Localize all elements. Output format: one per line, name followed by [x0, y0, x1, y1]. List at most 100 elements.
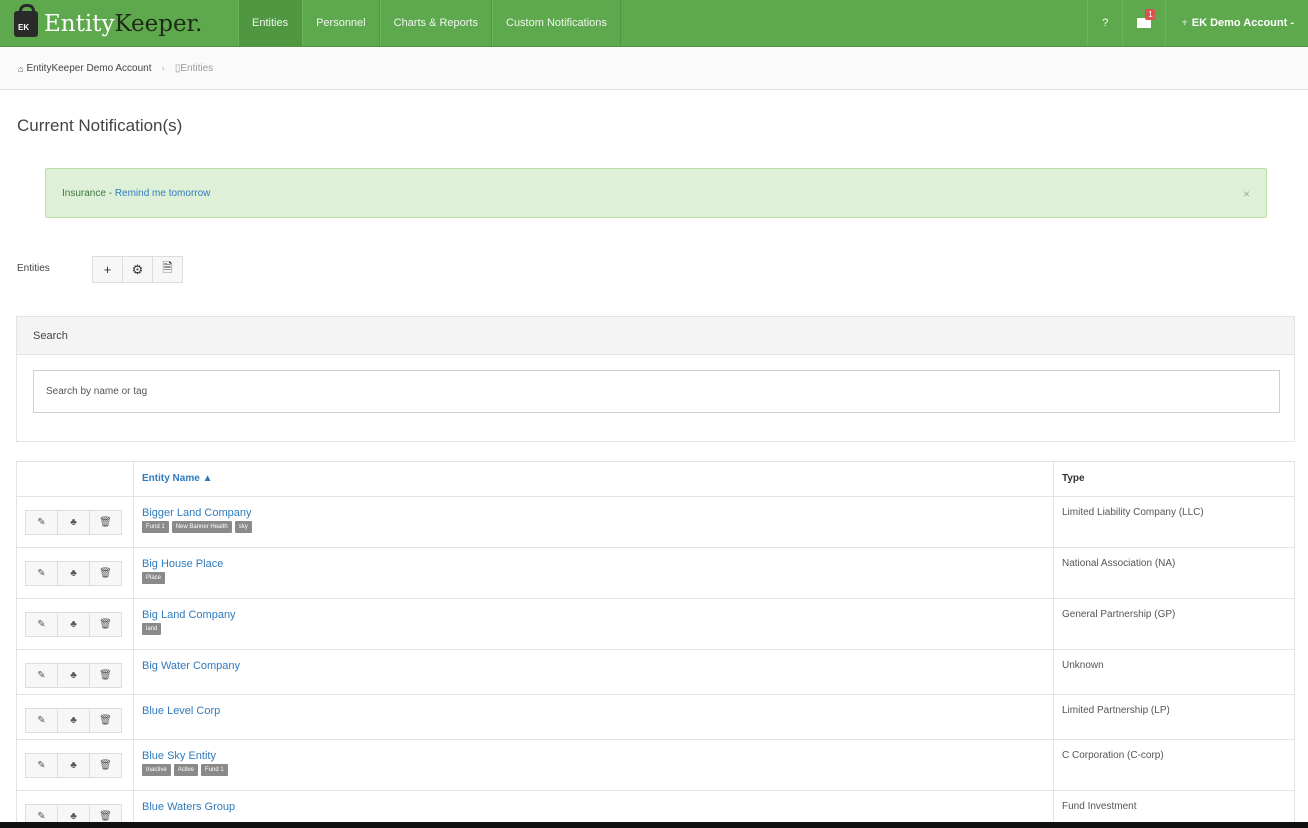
entity-name-link[interactable]: Big Land Company — [142, 609, 1053, 621]
entity-name-link[interactable]: Big Water Company — [142, 660, 1053, 672]
trash-icon: 🗑 — [99, 811, 112, 822]
account-menu[interactable]: ♆ EK Demo Account - — [1165, 0, 1308, 46]
nav-item-charts-reports[interactable]: Charts & Reports — [379, 0, 492, 46]
row-action-group: ✎ ♣ 🗑 — [25, 612, 133, 637]
trash-icon: 🗑 — [99, 760, 112, 771]
brand-logo[interactable]: EK EntityKeeper. — [14, 4, 202, 40]
entity-type-cell: General Partnership (GP) — [1053, 598, 1295, 650]
export-button[interactable]: 🗎 — [152, 256, 183, 283]
search-input[interactable] — [33, 370, 1280, 413]
entity-name-cell: Big Water Company — [133, 649, 1054, 695]
org-chart-icon: ♣ — [70, 811, 77, 822]
entity-name-link[interactable]: Blue Waters Group — [142, 801, 1053, 813]
entity-type-cell: Unknown — [1053, 649, 1295, 695]
org-chart-icon: ♣ — [70, 619, 77, 630]
entity-name-link[interactable]: Blue Level Corp — [142, 705, 1053, 717]
type-header: Type — [1053, 461, 1295, 497]
tag-badge[interactable]: New Banner Health — [171, 521, 232, 533]
notification-count-badge: 1 — [1145, 9, 1156, 21]
notifications-button[interactable]: 1 — [1122, 0, 1165, 46]
row-actions: ✎ ♣ 🗑 — [16, 496, 134, 548]
tag-badge[interactable]: Fund 1 — [201, 764, 228, 776]
row-action-group: ✎ ♣ 🗑 — [25, 561, 133, 586]
envelope-icon: 1 — [1137, 9, 1156, 29]
page-title: Current Notification(s) — [17, 116, 183, 135]
breadcrumb-current: Entities — [180, 63, 214, 74]
org-chart-button[interactable]: ♣ — [57, 612, 90, 637]
actions-header — [16, 461, 134, 497]
delete-button[interactable]: 🗑 — [89, 612, 122, 637]
table-row: ✎ ♣ 🗑 Big Land Company land General Partnersh… — [16, 598, 1295, 650]
notification-alert: Insurance - Remind me tomorrow × — [45, 168, 1267, 218]
edit-button[interactable]: ✎ — [25, 663, 58, 688]
edit-icon: ✎ — [37, 517, 46, 528]
row-actions: ✎ ♣ 🗑 — [16, 739, 134, 791]
bottom-bar — [0, 822, 1308, 828]
table-row: ✎ ♣ 🗑 Bigger Land Company Fund 1 New Banner H… — [16, 496, 1295, 548]
delete-button[interactable]: 🗑 — [89, 561, 122, 586]
search-heading: Search — [17, 317, 1294, 355]
breadcrumb-home[interactable]: EntityKeeper Demo Account — [26, 63, 151, 74]
row-actions: ✎ ♣ 🗑 — [16, 598, 134, 650]
org-chart-button[interactable]: ♣ — [57, 663, 90, 688]
edit-button[interactable]: ✎ — [25, 561, 58, 586]
org-chart-button[interactable]: ♣ — [57, 753, 90, 778]
tag-badge[interactable]: Inactive — [142, 764, 171, 776]
org-chart-icon: ♣ — [70, 715, 77, 726]
nav-item-entities[interactable]: Entities — [238, 0, 303, 46]
trash-icon: 🗑 — [99, 517, 112, 528]
tag-badge[interactable]: Active — [173, 764, 199, 776]
edit-icon: ✎ — [37, 619, 46, 630]
settings-button[interactable]: ⚙ — [122, 256, 153, 283]
close-icon[interactable]: × — [1243, 187, 1250, 201]
org-chart-button[interactable]: ♣ — [57, 561, 90, 586]
delete-button[interactable]: 🗑 — [89, 753, 122, 778]
entity-type-cell: C Corporation (C-corp) — [1053, 739, 1295, 791]
alert-prefix: Insurance - — [62, 188, 115, 199]
row-action-group: ✎ ♣ 🗑 — [25, 708, 133, 733]
edit-button[interactable]: ✎ — [25, 708, 58, 733]
search-panel: Search — [16, 316, 1295, 442]
nav-item-custom-notifications[interactable]: Custom Notifications — [492, 0, 621, 46]
account-label: EK Demo Account - — [1191, 17, 1294, 29]
delete-button[interactable]: 🗑 — [89, 708, 122, 733]
breadcrumb-separator: › — [161, 63, 165, 74]
delete-button[interactable]: 🗑 — [89, 663, 122, 688]
remind-tomorrow-link[interactable]: Remind me tomorrow — [115, 188, 211, 199]
user-icon: ♆ — [1180, 17, 1192, 29]
tag-badge[interactable]: Place — [142, 572, 166, 584]
edit-button[interactable]: ✎ — [25, 612, 58, 637]
nav-item-personnel[interactable]: Personnel — [302, 0, 380, 46]
org-chart-button[interactable]: ♣ — [57, 708, 90, 733]
row-actions: ✎ ♣ 🗑 — [16, 649, 134, 695]
trash-icon: 🗑 — [99, 715, 112, 726]
plus-icon: + — [103, 262, 112, 277]
tag-badge[interactable]: land — [142, 623, 162, 635]
entity-name-cell: Big Land Company land — [133, 598, 1054, 650]
entities-table: Entity Name ▲ Type ✎ ♣ 🗑 Bigger Land Compan… — [16, 461, 1295, 828]
entity-type-cell: National Association (NA) — [1053, 547, 1295, 599]
edit-button[interactable]: ✎ — [25, 753, 58, 778]
org-chart-icon: ♣ — [70, 760, 77, 771]
entity-name-link[interactable]: Blue Sky Entity — [142, 750, 1053, 762]
help-button[interactable]: ? — [1087, 0, 1122, 46]
row-actions: ✎ ♣ 🗑 — [16, 694, 134, 740]
org-chart-button[interactable]: ♣ — [57, 510, 90, 535]
entity-name-link[interactable]: Bigger Land Company — [142, 507, 1053, 519]
tag-badge[interactable]: Fund 1 — [142, 521, 169, 533]
row-action-group: ✎ ♣ 🗑 — [25, 510, 133, 535]
edit-icon: ✎ — [37, 811, 46, 822]
tag-list: Place — [142, 572, 1053, 584]
tag-list: Fund 1 New Banner Health sky — [142, 521, 1053, 533]
edit-button[interactable]: ✎ — [25, 510, 58, 535]
entity-name-cell: Bigger Land Company Fund 1 New Banner Heal… — [133, 496, 1054, 548]
delete-button[interactable]: 🗑 — [89, 510, 122, 535]
entity-name-link[interactable]: Big House Place — [142, 558, 1053, 570]
entity-name-header[interactable]: Entity Name ▲ — [133, 461, 1054, 497]
add-entity-button[interactable]: + — [92, 256, 123, 283]
tag-list: Inactive Active Fund 1 — [142, 764, 1053, 776]
entity-name-cell: Blue Sky Entity Inactive Active Fund 1 — [133, 739, 1054, 791]
table-row: ✎ ♣ 🗑 Blue Level Corp Limited Partnership (L… — [16, 694, 1295, 740]
tag-badge[interactable]: sky — [234, 521, 252, 533]
alert-text: Insurance - Remind me tomorrow — [62, 188, 210, 199]
